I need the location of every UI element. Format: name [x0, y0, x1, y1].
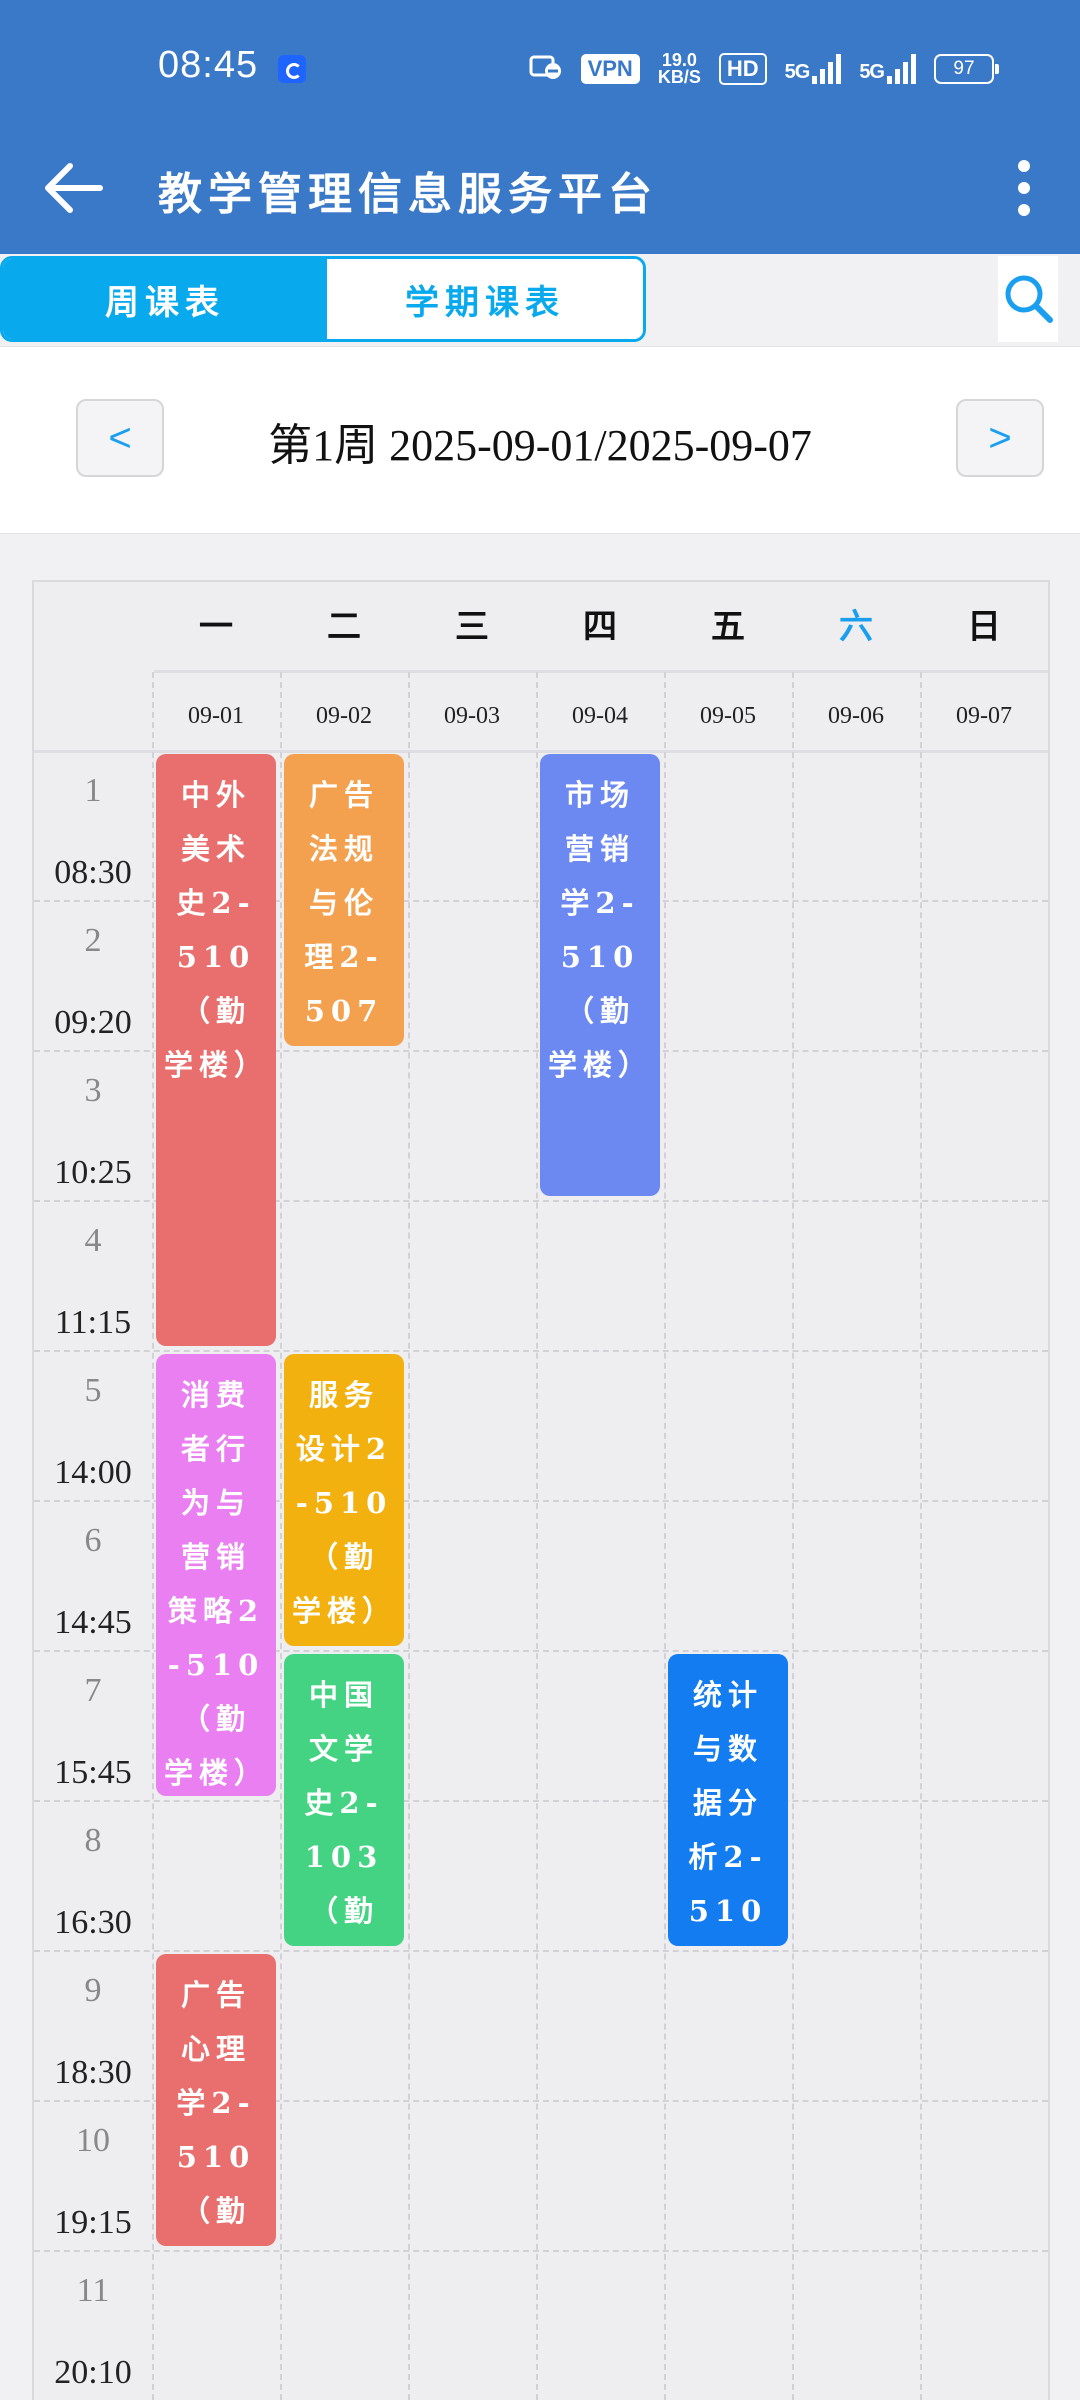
signal-bars-icon	[887, 54, 916, 84]
period-number: 8	[84, 1822, 102, 1859]
app-notification-icon	[278, 55, 306, 83]
period-start-time: 14:00	[54, 1454, 132, 1491]
day-header: 一	[199, 607, 233, 647]
signal-1-label: 5G	[784, 61, 811, 83]
period-label: 7 15:45	[34, 1650, 152, 1800]
signal-2: 5G	[859, 54, 916, 84]
more-menu-button[interactable]	[992, 152, 1052, 224]
search-icon	[1005, 275, 1053, 323]
date-header: 09-05	[700, 703, 756, 729]
period-label: 9 18:30	[34, 1950, 152, 2100]
signal-bars-icon	[812, 54, 842, 84]
period-start-time: 19:15	[54, 2204, 132, 2241]
period-start-time: 18:30	[54, 2054, 132, 2091]
vpn-badge: VPN	[580, 54, 640, 84]
period-start-time: 09:20	[54, 1004, 132, 1041]
date-header: 09-01	[188, 703, 244, 729]
date-header: 09-03	[444, 703, 500, 729]
signal-1: 5G	[785, 54, 842, 84]
period-number: 4	[84, 1222, 102, 1259]
search-button[interactable]	[998, 256, 1058, 342]
period-start-time: 10:25	[54, 1154, 132, 1191]
status-time: 08:45	[158, 44, 259, 86]
date-header: 09-06	[828, 703, 884, 729]
period-number: 9	[84, 1972, 102, 2009]
day-header: 六	[839, 607, 873, 647]
status-icons: VPN 19.0 KB/S HD 5G 5G 97	[529, 46, 999, 92]
course-card[interactable]: 广告法规与伦理2-507（勤学楼）	[284, 754, 404, 1046]
period-start-time: 14:45	[54, 1604, 132, 1641]
status-bar: 08:45 VPN 19.0 KB/S HD 5G 5G 97	[0, 0, 1080, 140]
column-divider	[664, 672, 666, 2400]
period-start-time: 20:10	[54, 2354, 132, 2391]
period-number: 6	[84, 1522, 102, 1559]
period-label: 3 10:25	[34, 1050, 152, 1200]
signal-2-label: 5G	[859, 61, 885, 83]
column-divider	[408, 672, 410, 2400]
course-card[interactable]: 广告心理学2-510（勤学楼）	[156, 1954, 276, 2246]
period-label: 4 11:15	[34, 1200, 152, 1350]
tab-semester-schedule[interactable]: 学期课表	[327, 259, 643, 339]
course-card[interactable]: 中国文学史2-103（勤学楼）	[284, 1654, 404, 1946]
period-label: 1 08:30	[34, 750, 152, 900]
column-divider	[792, 672, 794, 2400]
battery-icon: 97	[934, 54, 999, 84]
schedule-tabs: 周课表 学期课表	[0, 256, 646, 342]
period-number: 10	[76, 2122, 110, 2159]
network-speed-unit: KB/S	[657, 67, 701, 87]
next-week-button[interactable]: >	[956, 399, 1044, 477]
period-number: 7	[84, 1672, 102, 1709]
week-navigation: < 第1周 2025-09-01/2025-09-07 >	[0, 346, 1080, 534]
period-start-time: 08:30	[54, 854, 132, 891]
period-number: 3	[84, 1072, 102, 1109]
period-label: 2 09:20	[34, 900, 152, 1050]
period-start-time: 16:30	[54, 1904, 132, 1941]
column-divider	[152, 672, 154, 2400]
course-card[interactable]: 服务设计2-510（勤学楼）	[284, 1354, 404, 1646]
app-header: 08:45 VPN 19.0 KB/S HD 5G 5G 97 教学管理信息服务…	[0, 0, 1080, 254]
date-header: 09-04	[572, 703, 628, 729]
day-header: 五	[711, 607, 745, 647]
period-label: 5 14:00	[34, 1350, 152, 1500]
row-divider	[34, 1350, 1048, 1352]
course-card[interactable]: 中外美术史2-510（勤学楼）	[156, 754, 276, 1346]
network-speed: 19.0 KB/S	[657, 51, 701, 87]
row-divider	[34, 1950, 1048, 1952]
period-label: 6 14:45	[34, 1500, 152, 1650]
period-start-time: 11:15	[54, 1304, 132, 1341]
arrow-left-icon	[45, 163, 103, 213]
course-card[interactable]: 消费者行为与营销策略2-510（勤学楼）	[156, 1354, 276, 1796]
back-button[interactable]	[40, 152, 112, 224]
tab-weekly-schedule[interactable]: 周课表	[3, 259, 327, 339]
course-card[interactable]: 统计与数据分析2-510（勤学楼）	[668, 1654, 788, 1946]
date-header: 09-02	[316, 703, 372, 729]
day-header: 日	[967, 607, 1001, 647]
column-divider	[280, 672, 282, 2400]
period-start-time: 15:45	[54, 1754, 132, 1791]
row-divider	[34, 2250, 1048, 2252]
date-row-divider	[34, 750, 1048, 753]
date-header: 09-07	[956, 703, 1012, 729]
tabs-row: 周课表 学期课表	[0, 254, 1080, 344]
timetable-grid: 一 09-01 二 09-02 三 09-03 四 09-04 五 09-05 六 09-06 日 09-…	[32, 580, 1050, 2400]
period-label: 10 19:15	[34, 2100, 152, 2250]
dnd-icon	[529, 53, 563, 86]
period-number: 1	[84, 772, 102, 809]
day-header: 三	[455, 607, 489, 647]
period-label: 8 16:30	[34, 1800, 152, 1950]
day-header: 四	[583, 607, 617, 647]
period-number: 2	[84, 922, 102, 959]
day-header: 二	[327, 607, 361, 647]
hd-badge: HD	[718, 53, 767, 85]
page-title: 教学管理信息服务平台	[158, 169, 658, 220]
app-bar: 教学管理信息服务平台	[0, 130, 1080, 254]
period-number: 5	[84, 1372, 102, 1409]
period-number: 11	[76, 2272, 110, 2309]
period-label: 11 20:10	[34, 2250, 152, 2400]
column-divider	[920, 672, 922, 2400]
column-divider	[536, 672, 538, 2400]
course-card[interactable]: 市场营销学2-510（勤学楼）	[540, 754, 660, 1196]
row-divider	[34, 1800, 1048, 1802]
week-label: 第1周 2025-09-01/2025-09-07	[268, 421, 812, 470]
